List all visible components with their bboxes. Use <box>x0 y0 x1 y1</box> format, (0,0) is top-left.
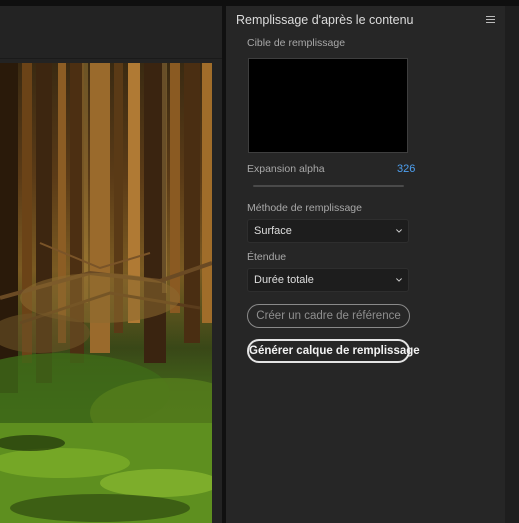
chevron-down-icon <box>396 278 402 282</box>
create-reference-frame-button[interactable]: Créer un cadre de référence <box>247 304 410 328</box>
right-edge-gutter <box>505 6 519 523</box>
fill-method-selected: Surface <box>254 225 292 237</box>
panel-title: Remplissage d'après le contenu <box>236 13 414 27</box>
generate-fill-layer-button[interactable]: Générer calque de remplissage <box>247 339 420 363</box>
forest-scene-drawing <box>0 63 212 523</box>
content-aware-fill-panel: Remplissage d'après le contenu Cible de … <box>226 6 505 523</box>
range-dropdown[interactable]: Durée totale <box>247 268 409 292</box>
range-selected: Durée totale <box>254 274 314 286</box>
fill-method-dropdown[interactable]: Surface <box>247 219 409 243</box>
hamburger-menu-icon[interactable] <box>486 16 495 25</box>
range-label: Étendue <box>247 251 287 263</box>
viewer-toolbar <box>0 6 222 59</box>
alpha-expansion-value[interactable]: 326 <box>397 163 415 175</box>
alpha-expansion-label: Expansion alpha <box>247 163 325 175</box>
fill-method-label: Méthode de remplissage <box>247 202 362 214</box>
fill-target-label: Cible de remplissage <box>247 37 346 49</box>
forest-composition-image[interactable] <box>0 63 212 523</box>
composition-viewer-area <box>0 6 222 523</box>
chevron-down-icon <box>396 229 402 233</box>
fill-target-preview <box>248 58 408 153</box>
alpha-expansion-slider[interactable] <box>253 185 404 187</box>
